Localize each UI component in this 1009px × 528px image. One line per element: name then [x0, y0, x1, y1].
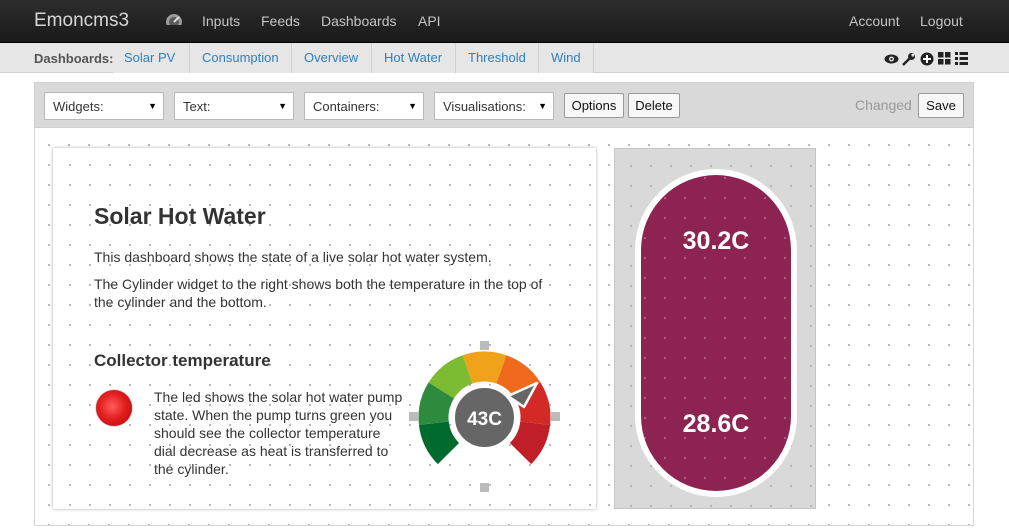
gauge-icon[interactable]: [164, 12, 184, 30]
tab-wind[interactable]: Wind: [539, 43, 594, 73]
editor-toolbar: Widgets: ▼ Text: ▼ Containers: ▼ Visuali…: [34, 82, 974, 128]
resize-handle-bottom[interactable]: [480, 483, 489, 492]
page-title: Solar Hot Water: [94, 203, 266, 229]
nav-api[interactable]: API: [418, 13, 441, 29]
nav-logout[interactable]: Logout: [920, 13, 963, 29]
dial-value: 43C: [467, 409, 502, 430]
cylinder-widget[interactable]: 30.2C 28.6C: [635, 169, 797, 497]
dashboard-subnav: Dashboards: Solar PV Consumption Overvie…: [0, 43, 1009, 73]
cylinder-widget-panel[interactable]: 30.2C 28.6C: [614, 148, 816, 509]
tab-hot-water[interactable]: Hot Water: [372, 43, 456, 73]
save-status: Changed: [855, 97, 912, 113]
led-description: The led shows the solar hot water pump s…: [154, 389, 403, 477]
resize-handle-left[interactable]: [409, 412, 418, 421]
dial-segment: [509, 421, 551, 465]
grid-icon[interactable]: [938, 52, 951, 70]
resize-handle-right[interactable]: [551, 412, 560, 421]
eye-icon[interactable]: [884, 52, 899, 71]
widgets-select[interactable]: Widgets: ▼: [44, 92, 164, 120]
tab-solar-pv[interactable]: Solar PV: [113, 43, 190, 73]
nav-account[interactable]: Account: [849, 13, 900, 29]
nav-dashboards[interactable]: Dashboards: [321, 13, 397, 29]
visualisations-select-label: Visualisations:: [443, 99, 526, 114]
resize-handle-top[interactable]: [480, 341, 489, 350]
caret-down-icon: ▼: [538, 101, 547, 111]
delete-button[interactable]: Delete: [628, 93, 680, 118]
nav-inputs[interactable]: Inputs: [202, 13, 240, 29]
caret-down-icon: ▼: [148, 101, 157, 111]
cylinder-description-line2: the cylinder and the bottom.: [94, 294, 267, 310]
collector-heading: Collector temperature: [94, 351, 271, 370]
tab-threshold[interactable]: Threshold: [456, 43, 539, 73]
dashboards-label: Dashboards:: [34, 51, 114, 66]
text-select-label: Text:: [183, 99, 211, 114]
containers-select-label: Containers:: [313, 99, 380, 114]
plus-circle-icon[interactable]: [920, 52, 934, 71]
wrench-icon[interactable]: [902, 52, 915, 71]
list-icon[interactable]: [955, 52, 968, 70]
tab-overview[interactable]: Overview: [292, 43, 372, 73]
text-select[interactable]: Text: ▼: [174, 92, 294, 120]
cylinder-bottom-temperature: 28.6C: [682, 410, 750, 438]
dial-segment: [418, 421, 460, 465]
cylinder-description-line1: The Cylinder widget to the right shows b…: [94, 276, 543, 292]
pump-led-indicator[interactable]: [96, 390, 132, 426]
text-container-panel[interactable]: Solar Hot Water This dashboard shows the…: [53, 148, 596, 509]
widgets-select-label: Widgets:: [53, 99, 104, 114]
cylinder-body: 30.2C 28.6C: [641, 175, 791, 491]
top-navbar: Emoncms3 Inputs Feeds Dashboards API Acc…: [0, 0, 1009, 43]
caret-down-icon: ▼: [408, 101, 417, 111]
containers-select[interactable]: Containers: ▼: [304, 92, 424, 120]
tab-consumption[interactable]: Consumption: [190, 43, 292, 73]
collector-temperature-dial[interactable]: 43C: [407, 340, 562, 495]
visualisations-select[interactable]: Visualisations: ▼: [434, 92, 554, 120]
cylinder-top-temperature: 30.2C: [682, 227, 750, 255]
intro-paragraph: This dashboard shows the state of a live…: [94, 249, 492, 265]
options-button[interactable]: Options: [564, 93, 624, 118]
caret-down-icon: ▼: [278, 101, 287, 111]
save-button[interactable]: Save: [918, 93, 964, 118]
brand-logo[interactable]: Emoncms3: [34, 10, 129, 32]
nav-feeds[interactable]: Feeds: [261, 13, 300, 29]
